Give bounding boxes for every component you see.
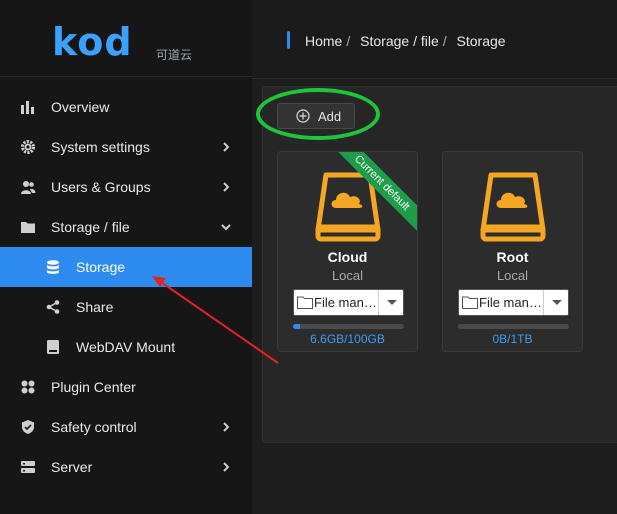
gear-icon	[21, 140, 35, 154]
add-button[interactable]: Add	[277, 103, 355, 129]
breadcrumb-marker	[287, 31, 290, 49]
select-divider	[543, 290, 544, 315]
usage-text: 0B/1TB	[492, 332, 533, 346]
file-manager-select[interactable]: File man…	[458, 289, 569, 316]
server-icon	[21, 461, 35, 473]
caret-down-icon[interactable]	[552, 300, 562, 305]
sidebar-item-label: Storage / file	[51, 219, 130, 235]
usage-progress-fill	[293, 324, 301, 329]
share-icon	[46, 300, 60, 314]
plugin-icon	[21, 380, 35, 394]
select-value: File man…	[479, 295, 541, 310]
chevron-down-icon	[221, 224, 231, 231]
sidebar-item-server[interactable]: Server	[0, 447, 252, 487]
usage-text: 6.6GB/100GB	[310, 332, 385, 346]
sidebar-item-storage-file[interactable]: Storage / file	[0, 207, 252, 247]
sidebar-item-plugin-center[interactable]: Plugin Center	[0, 367, 252, 407]
breadcrumb: Home / Storage / file / Storage	[305, 33, 506, 49]
sidebar-item-label: Storage	[76, 259, 126, 275]
sidebar-item-label: Users & Groups	[51, 179, 151, 195]
sidebar-item-users-groups[interactable]: Users & Groups	[0, 167, 252, 207]
folder-icon	[21, 222, 35, 233]
card-title: Root	[496, 249, 529, 265]
breadcrumb-home[interactable]: Home	[305, 33, 342, 49]
shield-icon	[22, 420, 34, 434]
sidebar-item-label: Plugin Center	[51, 379, 136, 395]
card-type: Local	[496, 268, 529, 283]
breadcrumb-separator: /	[442, 33, 447, 49]
caret-down-icon[interactable]	[387, 300, 397, 305]
breadcrumb-storage: Storage	[456, 33, 506, 49]
breadcrumb-storage-file[interactable]: Storage / file	[360, 33, 439, 49]
drive-icon	[47, 340, 59, 354]
header-bar: Home / Storage / file / Storage	[252, 0, 617, 79]
card-title: Cloud	[327, 249, 368, 265]
folder-icon	[297, 296, 313, 309]
storage-card-cloud[interactable]: Current default Cloud Local File man… 6.…	[277, 151, 418, 352]
folder-icon	[462, 296, 478, 309]
logo-text: kod	[52, 20, 133, 64]
sidebar-item-system-settings[interactable]: System settings	[0, 127, 252, 167]
sidebar-item-label: Server	[51, 459, 93, 475]
chevron-right-icon	[223, 142, 230, 152]
drive-cloud-icon	[480, 172, 546, 242]
usage-progress-bar	[293, 324, 404, 329]
sidebar-divider	[0, 76, 252, 77]
sidebar-item-label: WebDAV Mount	[76, 339, 176, 355]
select-divider	[378, 290, 379, 315]
bar-chart-icon	[21, 101, 34, 114]
card-type: Local	[331, 268, 364, 283]
add-button-label: Add	[318, 109, 342, 124]
sidebar-item-label: System settings	[51, 139, 150, 155]
usage-progress-bar	[458, 324, 569, 329]
storage-card-root[interactable]: Root Local File man… 0B/1TB	[442, 151, 583, 352]
sidebar-item-storage[interactable]: Storage	[0, 247, 252, 287]
select-value: File man…	[314, 295, 376, 310]
sidebar-item-safety-control[interactable]: Safety control	[0, 407, 252, 447]
sidebar-item-label: Share	[76, 299, 114, 315]
chevron-right-icon	[223, 182, 230, 192]
sidebar-item-overview[interactable]: Overview	[0, 87, 252, 127]
logo-cn-text: 可道云	[156, 48, 193, 62]
database-icon	[47, 260, 59, 274]
users-icon	[21, 181, 36, 194]
chevron-right-icon	[223, 422, 230, 432]
file-manager-select[interactable]: File man…	[293, 289, 404, 316]
plus-circle-icon	[296, 109, 310, 123]
sidebar: kod 可道云 Overview System settings Users &…	[0, 0, 252, 514]
chevron-right-icon	[223, 462, 230, 472]
sidebar-item-webdav-mount[interactable]: WebDAV Mount	[0, 327, 252, 367]
breadcrumb-separator: /	[346, 33, 351, 49]
sidebar-item-label: Overview	[51, 99, 110, 115]
sidebar-item-label: Safety control	[51, 419, 137, 435]
sidebar-item-share[interactable]: Share	[0, 287, 252, 327]
